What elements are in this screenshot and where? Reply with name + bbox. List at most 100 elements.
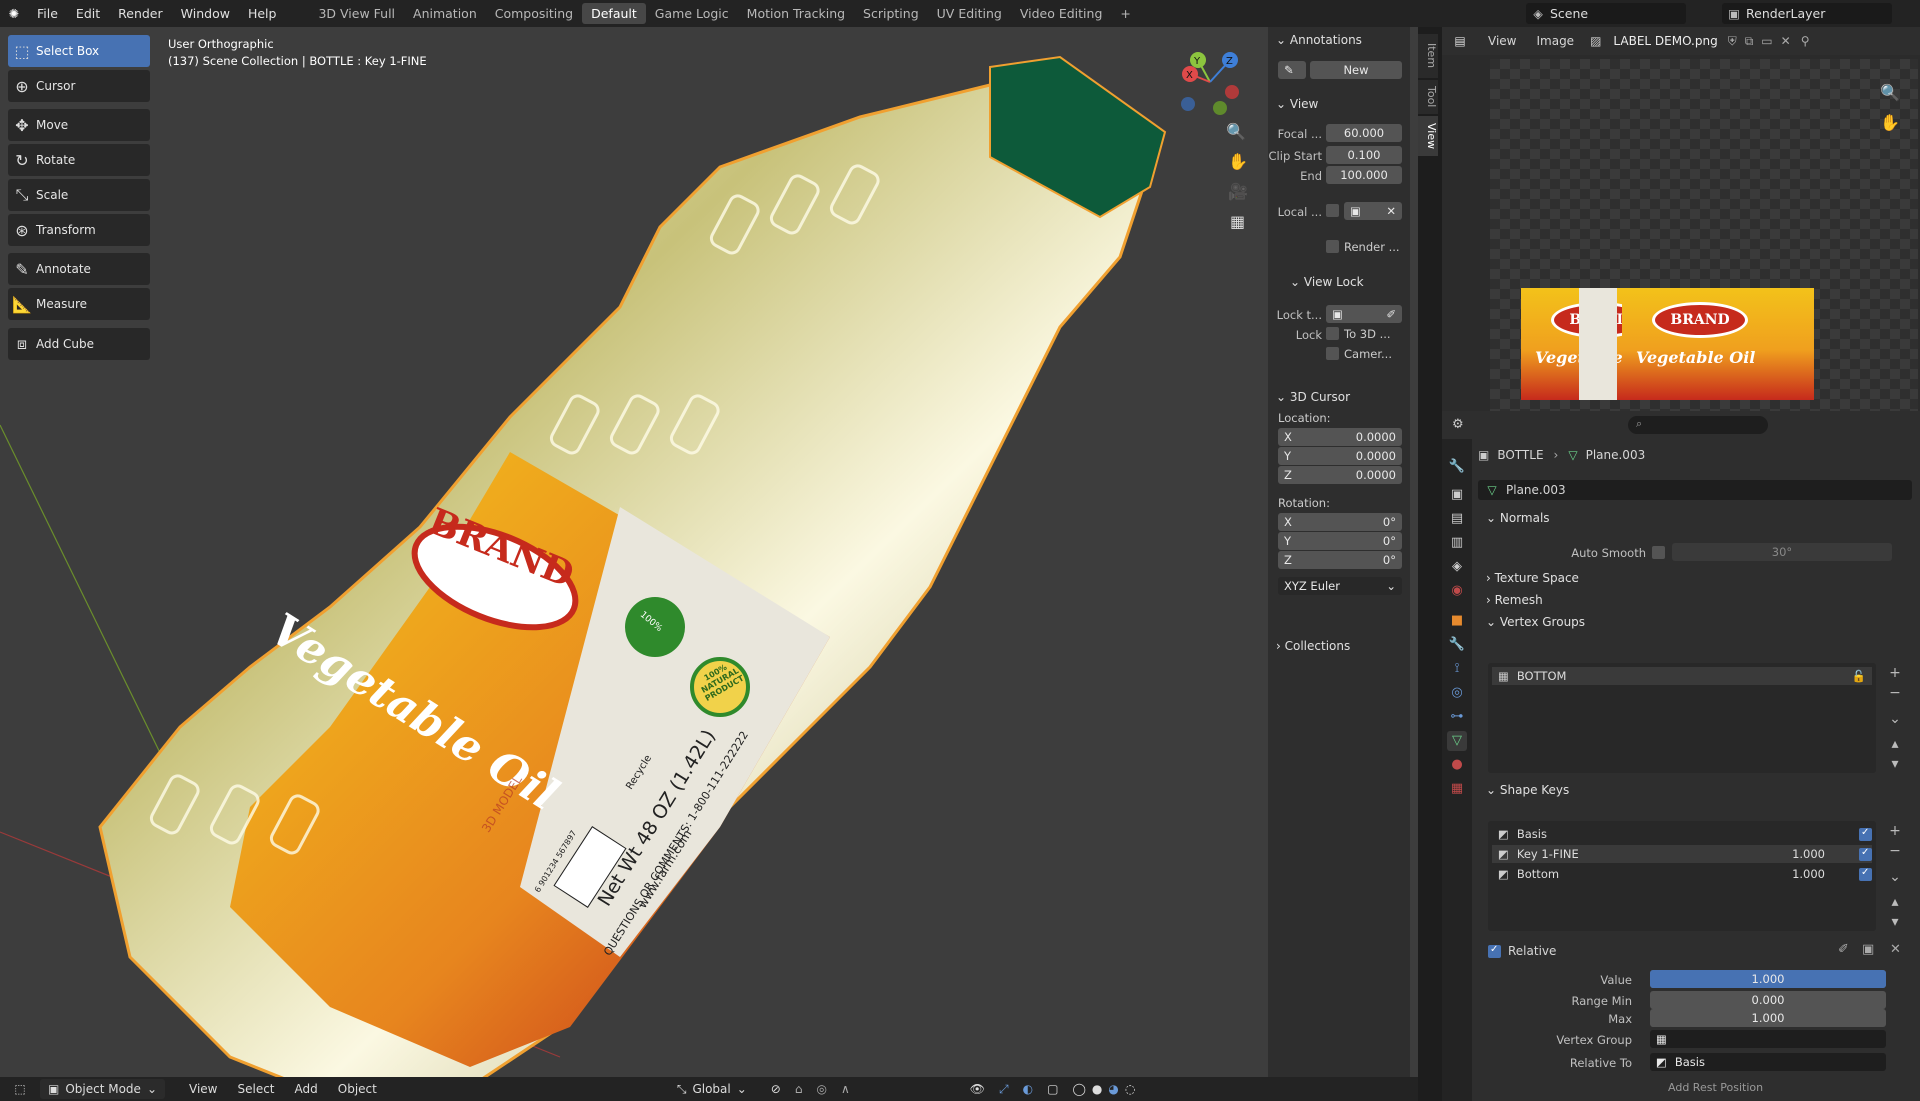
clear-icon[interactable]: ✕: [1890, 942, 1901, 957]
falloff-icon[interactable]: ∧: [841, 1082, 850, 1096]
lock-to-3d-cursor-checkbox[interactable]: [1326, 327, 1339, 340]
editor-type-icon[interactable]: ▤: [1442, 34, 1478, 48]
blender-logo-icon[interactable]: ✺: [0, 6, 28, 21]
object-tab-icon[interactable]: ■: [1447, 611, 1467, 631]
image-name-field[interactable]: LABEL DEMO.png: [1607, 34, 1723, 48]
range-min-field[interactable]: 0.000: [1650, 991, 1886, 1009]
camera-view-icon[interactable]: 🎥: [1228, 182, 1248, 201]
cursor-rotation-z[interactable]: Z 0°: [1278, 551, 1402, 569]
move-up-button[interactable]: ▴: [1885, 892, 1905, 912]
vertex-group-list[interactable]: ▦ BOTTOM 🔓: [1488, 663, 1876, 773]
lock-to-object-field[interactable]: ▣ ✐: [1326, 305, 1402, 323]
editor-type-icon[interactable]: ⚙: [1452, 417, 1464, 432]
add-shape-key-button[interactable]: +: [1885, 821, 1905, 841]
output-tab-icon[interactable]: ▤: [1447, 509, 1467, 529]
mode-dropdown[interactable]: ▣ Object Mode ⌄: [40, 1079, 165, 1099]
tool-transform[interactable]: ⊛ Transform: [8, 214, 150, 246]
focal-length-field[interactable]: 60.000: [1326, 124, 1402, 142]
tab-motion-tracking[interactable]: Motion Tracking: [738, 3, 854, 24]
render-region-checkbox[interactable]: [1326, 240, 1339, 253]
cursor-rotation-y[interactable]: Y 0°: [1278, 532, 1402, 550]
shape-key-list[interactable]: ◩ Basis ◩ Key 1-FINE 1.000 ◩ Bottom 1.000: [1488, 821, 1876, 931]
overlay-toggle-icon[interactable]: ◐: [1023, 1082, 1033, 1096]
item-value[interactable]: 1.000: [1792, 847, 1825, 861]
tool-add-cube[interactable]: ⧈ Add Cube: [8, 328, 150, 360]
rotation-mode-dropdown[interactable]: XYZ Euler ⌄: [1278, 577, 1402, 595]
open-image-icon[interactable]: ▭: [1757, 34, 1776, 48]
vertex-group-field[interactable]: ▦: [1650, 1030, 1886, 1048]
edit-mode-icon[interactable]: ▣: [1862, 942, 1874, 957]
zoom-icon[interactable]: 🔍: [1226, 122, 1246, 141]
clear-icon[interactable]: ✕: [1386, 204, 1396, 218]
gizmo-toggle-icon[interactable]: ⤢: [999, 1082, 1009, 1097]
local-camera-field[interactable]: ▣ ✕: [1344, 202, 1402, 220]
view-menu[interactable]: View: [1478, 34, 1526, 48]
cursor-location-x[interactable]: X 0.0000: [1278, 428, 1402, 446]
tab-default[interactable]: Default: [582, 3, 646, 24]
menu-window[interactable]: Window: [172, 6, 239, 21]
list-item[interactable]: ◩ Basis: [1492, 825, 1872, 843]
tab-game-logic[interactable]: Game Logic: [646, 3, 738, 24]
remove-shape-key-button[interactable]: −: [1885, 841, 1905, 861]
lock-icon[interactable]: 🔓: [1852, 669, 1866, 683]
vertex-groups-header[interactable]: ⌄ Vertex Groups: [1478, 611, 1912, 633]
mute-checkbox[interactable]: [1859, 847, 1872, 861]
collections-header[interactable]: › Collections: [1268, 635, 1410, 657]
render-tab-icon[interactable]: ▣: [1447, 485, 1467, 505]
shape-keys-header[interactable]: ⌄ Shape Keys: [1478, 779, 1912, 801]
proportional-icon[interactable]: ◎: [816, 1082, 826, 1096]
new-annotation-button[interactable]: New: [1310, 61, 1402, 79]
normals-header[interactable]: ⌄ Normals: [1478, 507, 1912, 529]
clip-start-field[interactable]: 0.100: [1326, 146, 1402, 164]
pivot-icon[interactable]: ⊘: [771, 1082, 781, 1096]
footer-menu-object[interactable]: Object: [328, 1082, 387, 1096]
vertex-group-menu-button[interactable]: ⌄: [1885, 709, 1905, 729]
menu-file[interactable]: File: [28, 6, 67, 21]
3d-viewport[interactable]: BRAND Vegetable Oil 100% Recycle Net Wt …: [0, 27, 1418, 1101]
fake-user-icon[interactable]: ⛨: [1724, 34, 1741, 49]
grid-view-icon[interactable]: ▦: [1230, 212, 1245, 231]
tab-animation[interactable]: Animation: [404, 3, 486, 24]
mesh-data-tab-icon[interactable]: ▽: [1447, 731, 1467, 751]
tool-cursor[interactable]: ⊕ Cursor: [8, 70, 150, 102]
item-value[interactable]: 1.000: [1792, 867, 1825, 881]
3d-cursor-header[interactable]: ⌄ 3D Cursor: [1268, 386, 1410, 408]
mesh-datablock-field[interactable]: ▽ Plane.003: [1478, 480, 1912, 500]
tool-scale[interactable]: ⤡ Scale: [8, 179, 150, 211]
wireframe-shading-icon[interactable]: ◯: [1072, 1082, 1085, 1096]
render-layer-selector[interactable]: ▣ RenderLayer: [1722, 3, 1892, 24]
texture-tab-icon[interactable]: ▦: [1447, 779, 1467, 799]
add-vertex-group-button[interactable]: +: [1885, 663, 1905, 683]
shape-key-menu-button[interactable]: ⌄: [1885, 867, 1905, 887]
tool-measure[interactable]: 📐 Measure: [8, 288, 150, 320]
auto-smooth-angle[interactable]: 30°: [1672, 543, 1892, 561]
world-tab-icon[interactable]: ◉: [1447, 581, 1467, 601]
solid-shading-icon[interactable]: ●: [1092, 1082, 1102, 1096]
add-rest-position-label[interactable]: Add Rest Position: [1668, 1081, 1763, 1095]
move-down-button[interactable]: ▾: [1885, 754, 1905, 774]
tool-select-box[interactable]: ⬚ Select Box: [8, 35, 150, 67]
material-tab-icon[interactable]: ●: [1447, 755, 1467, 775]
particles-tab-icon[interactable]: ⟟: [1447, 659, 1467, 679]
image-browse-icon[interactable]: ▨: [1584, 34, 1607, 48]
cursor-location-y[interactable]: Y 0.0000: [1278, 447, 1402, 465]
scene-tab-icon[interactable]: ◈: [1447, 557, 1467, 577]
tab-view[interactable]: View: [1418, 116, 1438, 156]
mute-checkbox[interactable]: [1859, 867, 1872, 881]
menu-render[interactable]: Render: [109, 6, 172, 21]
cursor-rotation-x[interactable]: X 0°: [1278, 513, 1402, 531]
eyedropper-icon[interactable]: ✐: [1386, 307, 1396, 321]
view-layer-tab-icon[interactable]: ▥: [1447, 533, 1467, 553]
modifier-tab-icon[interactable]: 🔧: [1447, 635, 1467, 655]
move-up-button[interactable]: ▴: [1885, 734, 1905, 754]
navigation-gizmo[interactable]: Y Z X: [1172, 42, 1244, 122]
auto-smooth-checkbox[interactable]: [1652, 546, 1665, 559]
tab-tool[interactable]: Tool: [1418, 80, 1438, 114]
footer-menu-add[interactable]: Add: [285, 1082, 328, 1096]
editor-type-icon[interactable]: ⬚: [0, 1082, 40, 1096]
add-workspace-button[interactable]: +: [1111, 3, 1139, 24]
new-image-icon[interactable]: ⧉: [1741, 34, 1758, 49]
tool-rotate[interactable]: ↻ Rotate: [8, 144, 150, 176]
footer-menu-view[interactable]: View: [179, 1082, 227, 1096]
footer-menu-select[interactable]: Select: [227, 1082, 284, 1096]
